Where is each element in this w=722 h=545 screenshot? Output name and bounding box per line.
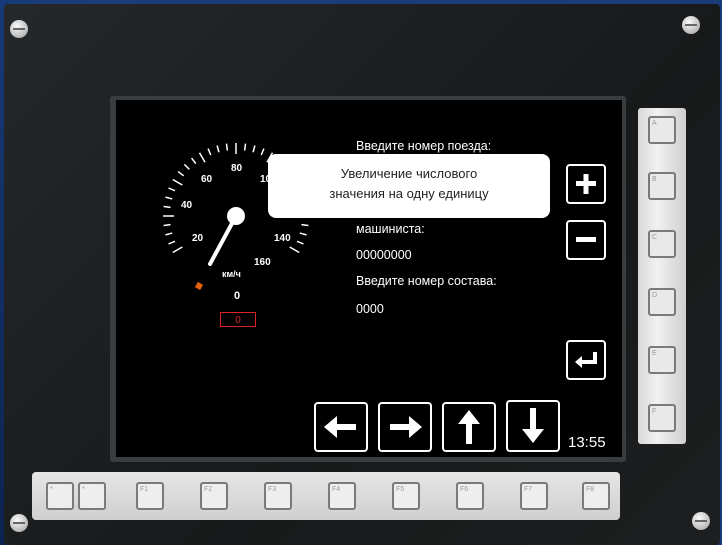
arrow-up-icon [458,410,480,444]
bottom-key-f4[interactable]: F4 [328,482,356,510]
bottom-key-f2[interactable]: F2 [200,482,228,510]
plus-icon [576,174,596,194]
gauge-tick-mark [207,148,212,156]
driver-number-field[interactable]: 00000000 [356,248,412,262]
screw-bottom-right [692,512,710,530]
arrow-left-icon [324,416,356,438]
bottom-key-f5[interactable]: F5 [392,482,420,510]
side-keypad: A B C D E F [638,108,686,444]
gauge-tick-mark [177,170,185,177]
bottom-key-f1[interactable]: F1 [136,482,164,510]
gauge-tick-mark [183,163,190,170]
gauge-tick-mark [296,240,304,245]
gauge-tick-mark [190,157,197,165]
gauge-tick-20: 20 [192,233,204,244]
gauge-tick-mark [168,240,176,245]
gauge-tick-mark [299,232,307,236]
gauge-unit: км/ч [222,269,241,279]
gauge-tick-mark [260,148,265,156]
tooltip-line-2: значения на одну единицу [329,186,489,201]
bottom-key-f7[interactable]: F7 [520,482,548,510]
arrow-left-button[interactable] [314,402,368,452]
side-key-b[interactable]: B [648,172,676,200]
consist-number-field[interactable]: 0000 [356,302,384,316]
decrement-button[interactable] [566,220,606,260]
gauge-hub [227,207,245,225]
gauge-tick-mark [243,143,247,151]
arrow-right-button[interactable] [378,402,432,452]
screw-top-right [682,16,700,34]
bottom-keypad: * * F1 F2 F3 F4 F5 F6 F7 F8 [32,472,620,520]
enter-button[interactable] [566,340,606,380]
train-number-label: Введите номер поезда: [356,139,492,153]
clock: 13:55 [568,434,606,451]
arrow-down-icon [522,408,544,443]
gauge-tick-140: 140 [274,233,291,244]
gauge-tick-mark [252,145,256,153]
gauge-tick-mark [172,178,183,186]
gauge-tick-80: 80 [231,163,243,174]
side-key-e[interactable]: E [648,346,676,374]
screw-bottom-left [10,514,28,532]
driver-label: машиниста: [356,222,425,236]
gauge-tick-mark [172,246,183,254]
gauge-tick-mark [163,205,171,209]
gauge-tick-mark [165,196,173,200]
arrow-down-button[interactable] [506,400,560,452]
arrow-right-icon [390,416,422,438]
bottom-key-f6[interactable]: F6 [456,482,484,510]
gauge-tick-mark [289,246,300,254]
tooltip: Увеличение числового значения на одну ед… [268,154,550,218]
bottom-key-star-1[interactable]: * [46,482,74,510]
arrow-up-button[interactable] [442,402,496,452]
side-key-f[interactable]: F [648,404,676,432]
gauge-tick-mark [165,232,173,236]
gauge-tick-60: 60 [201,174,213,185]
gauge-tick-160: 160 [254,257,271,268]
gauge-tick-mark [163,223,171,227]
tooltip-line-1: Увеличение числового [340,166,478,181]
bottom-key-f8[interactable]: F8 [582,482,610,510]
bottom-key-star-2[interactable]: * [78,482,106,510]
minus-icon [576,237,596,242]
side-key-c[interactable]: C [648,230,676,258]
speed-limit-box: 0 [220,312,256,327]
gauge-tick-40: 40 [181,200,193,211]
screw-top-left [10,20,28,38]
speed-marker [194,281,204,291]
gauge-tick-mark [168,187,176,192]
gauge-tick-mark [301,223,309,227]
bottom-key-f3[interactable]: F3 [264,482,292,510]
increment-button[interactable] [566,164,606,204]
enter-icon [575,352,597,368]
gauge-tick-mark [225,143,229,151]
consist-number-label: Введите номер состава: [356,274,497,288]
gauge-tick-mark [198,152,206,163]
side-key-a[interactable]: A [648,116,676,144]
side-key-d[interactable]: D [648,288,676,316]
gauge-tick-mark [216,145,220,153]
current-speed: 0 [234,290,241,302]
